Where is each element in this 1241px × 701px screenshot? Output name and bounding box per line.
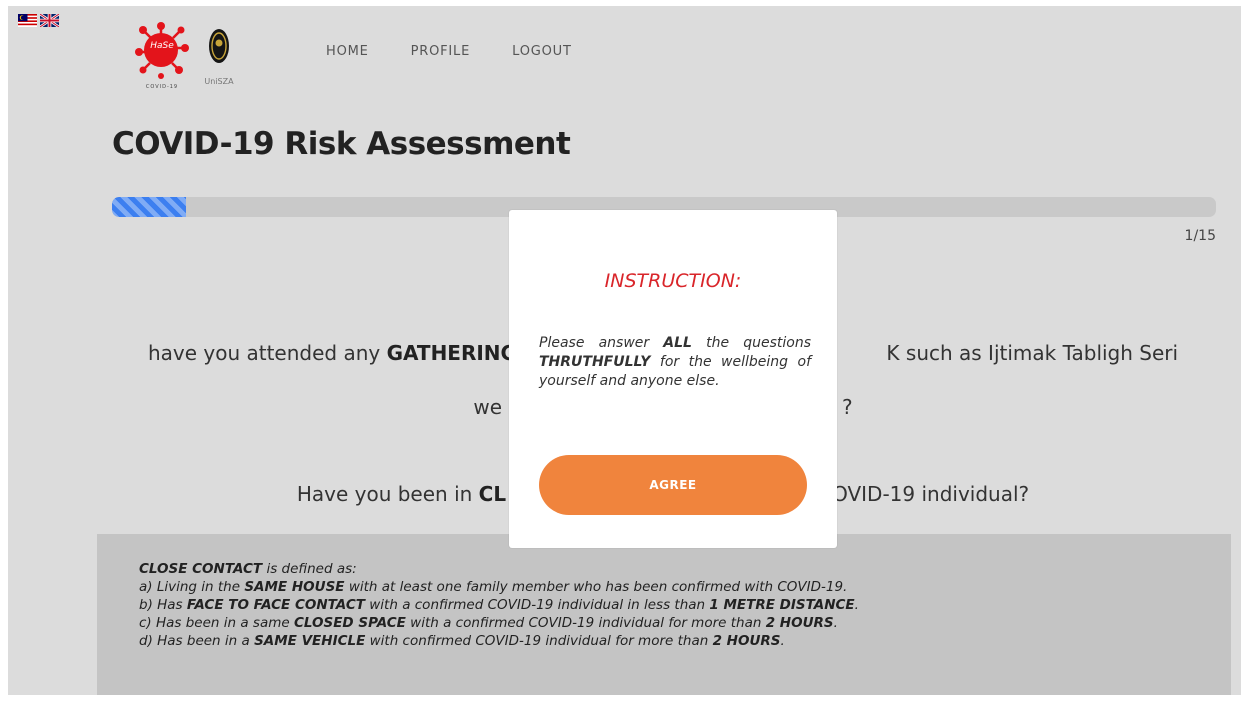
item-c-post2: . bbox=[833, 615, 838, 631]
item-a-bold: SAME HOUSE bbox=[244, 579, 345, 595]
unisza-logo[interactable]: UniSZA bbox=[203, 24, 235, 90]
modal-body-mid: the questions bbox=[691, 335, 811, 351]
nav-profile[interactable]: PROFILE bbox=[411, 44, 470, 59]
definition-heading: CLOSE CONTACT is defined as: bbox=[139, 560, 859, 578]
q1-text-start: have you attended any bbox=[147, 341, 387, 365]
definition-heading-bold: CLOSE CONTACT bbox=[139, 561, 263, 577]
page-title: COVID-19 Risk Assessment bbox=[112, 126, 571, 162]
q1-line2-end: ? bbox=[842, 395, 853, 419]
item-c-pre: c) Has been in a same bbox=[139, 615, 294, 631]
definition-item: d) Has been in a SAME VEHICLE with confi… bbox=[139, 632, 859, 650]
item-a-post: with at least one family member who has … bbox=[344, 579, 848, 595]
item-b-pre: b) Has bbox=[139, 597, 187, 613]
modal-body: Please answer ALL the questions THRUTHFU… bbox=[539, 334, 811, 391]
q1-line2-start: we bbox=[473, 395, 503, 419]
q2-bold: CL bbox=[478, 482, 507, 506]
malaysia-flag-icon[interactable] bbox=[18, 14, 37, 27]
modal-title: INSTRUCTION: bbox=[604, 270, 742, 292]
item-a-pre: a) Living in the bbox=[139, 579, 245, 595]
modal-body-pre: Please answer bbox=[539, 335, 664, 351]
covid-logo[interactable]: HaSe COVID-19 bbox=[129, 18, 195, 90]
item-d-post2: . bbox=[780, 633, 785, 649]
item-d-post: with confirmed COVID-19 individual for m… bbox=[365, 633, 713, 649]
modal-body-bold-truthfully: THRUTHFULLY bbox=[539, 354, 651, 370]
definition-text: CLOSE CONTACT is defined as: a) Living i… bbox=[139, 560, 859, 650]
definition-heading-rest: is defined as: bbox=[262, 561, 357, 577]
definition-item: a) Living in the SAME HOUSE with at leas… bbox=[139, 578, 859, 596]
item-b-bold: FACE TO FACE CONTACT bbox=[186, 597, 365, 613]
q2-text-end: OVID-19 individual? bbox=[832, 482, 1030, 506]
covid-logo-text: HaSe bbox=[150, 41, 174, 51]
definition-item: b) Has FACE TO FACE CONTACT with a confi… bbox=[139, 596, 859, 614]
item-d-pre: d) Has been in a bbox=[139, 633, 255, 649]
main-nav: HOME PROFILE LOGOUT bbox=[326, 44, 572, 59]
modal-body-bold-all: ALL bbox=[663, 335, 692, 351]
item-b-bold2: 1 METRE DISTANCE bbox=[709, 597, 855, 613]
instruction-modal: INSTRUCTION: Please answer ALL the quest… bbox=[509, 210, 837, 548]
close-contact-definition: CLOSE CONTACT is defined as: a) Living i… bbox=[97, 534, 1231, 695]
q1-bold: GATHERING bbox=[386, 341, 517, 365]
unisza-logo-text: UniSZA bbox=[204, 77, 234, 86]
q2-text-start: Have you been in bbox=[296, 482, 479, 506]
item-b-post2: . bbox=[854, 597, 859, 613]
item-c-bold2: 2 HOURS bbox=[765, 615, 834, 631]
language-switcher bbox=[18, 14, 59, 27]
nav-home[interactable]: HOME bbox=[326, 44, 369, 59]
item-c-post: with a confirmed COVID-19 individual for… bbox=[405, 615, 766, 631]
progress-fill bbox=[112, 197, 186, 217]
item-d-bold2: 2 HOURS bbox=[712, 633, 781, 649]
progress-counter: 1/15 bbox=[1184, 228, 1216, 244]
covid-logo-caption: COVID-19 bbox=[146, 84, 178, 90]
page: HaSe COVID-19 UniSZA HOME PROFILE LOGOUT… bbox=[8, 6, 1241, 695]
definition-item: c) Has been in a same CLOSED SPACE with … bbox=[139, 614, 859, 632]
uk-flag-icon[interactable] bbox=[40, 14, 59, 27]
nav-logout[interactable]: LOGOUT bbox=[512, 44, 572, 59]
item-c-bold: CLOSED SPACE bbox=[293, 615, 406, 631]
item-b-post: with a confirmed COVID-19 individual in … bbox=[364, 597, 710, 613]
item-d-bold: SAME VEHICLE bbox=[254, 633, 366, 649]
agree-button[interactable]: AGREE bbox=[539, 455, 807, 515]
